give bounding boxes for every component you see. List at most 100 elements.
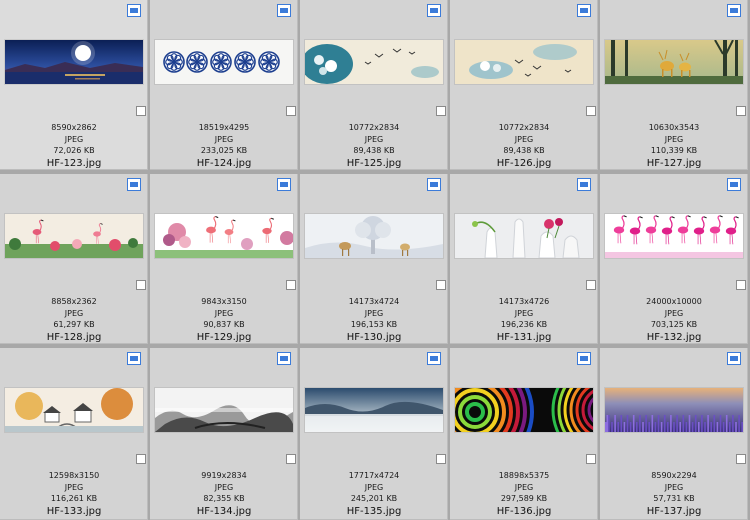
- image-dimensions: 12598x3150: [48, 471, 100, 480]
- image-file-icon: [727, 352, 741, 365]
- image-dimensions: 8858x2362: [51, 297, 97, 306]
- select-checkbox[interactable]: [136, 280, 146, 290]
- image-thumbnail[interactable]: [455, 40, 593, 84]
- image-thumbnail[interactable]: [5, 214, 143, 258]
- file-tile[interactable]: 12598x3150 JPEG 116,261 KB HF-133.jpg: [0, 348, 148, 520]
- select-checkbox[interactable]: [586, 280, 596, 290]
- image-file-icon: [577, 4, 591, 17]
- select-checkbox[interactable]: [586, 454, 596, 464]
- file-name[interactable]: HF-124.jpg: [150, 158, 298, 169]
- file-name[interactable]: HF-136.jpg: [450, 506, 598, 517]
- select-checkbox[interactable]: [586, 106, 596, 116]
- file-tile[interactable]: 14173x4726 JPEG 196,236 KB HF-131.jpg: [450, 174, 598, 344]
- image-dimensions: 8590x2294: [651, 471, 697, 480]
- file-name[interactable]: HF-125.jpg: [300, 158, 448, 169]
- image-thumbnail[interactable]: [605, 388, 743, 432]
- image-thumbnail[interactable]: [455, 388, 593, 432]
- image-file-icon: [127, 352, 141, 365]
- file-tile[interactable]: 8858x2362 JPEG 61,297 KB HF-128.jpg: [0, 174, 148, 344]
- file-type: JPEG: [364, 482, 384, 492]
- file-tile[interactable]: 9843x3150 JPEG 90,837 KB HF-129.jpg: [150, 174, 298, 344]
- select-checkbox[interactable]: [736, 280, 746, 290]
- file-meta: 10772x2834 JPEG 89,438 KB: [300, 122, 448, 157]
- file-size: 82,355 KB: [203, 494, 245, 503]
- image-thumbnail[interactable]: [5, 40, 143, 84]
- image-thumbnail[interactable]: [5, 388, 143, 432]
- select-checkbox[interactable]: [736, 106, 746, 116]
- file-tile[interactable]: 18898x5375 JPEG 297,589 KB HF-136.jpg: [450, 348, 598, 520]
- select-checkbox[interactable]: [436, 106, 446, 116]
- image-thumbnail[interactable]: [155, 214, 293, 258]
- file-tile[interactable]: 8590x2862 JPEG 72,026 KB HF-123.jpg: [0, 0, 148, 170]
- select-checkbox[interactable]: [286, 106, 296, 116]
- file-size: 89,438 KB: [503, 146, 545, 155]
- file-name[interactable]: HF-128.jpg: [0, 332, 148, 343]
- file-meta: 14173x4724 JPEG 196,153 KB: [300, 296, 448, 331]
- image-dimensions: 10772x2834: [498, 123, 550, 132]
- select-checkbox[interactable]: [136, 106, 146, 116]
- file-type: JPEG: [64, 134, 84, 144]
- file-tile[interactable]: 18519x4295 JPEG 233,025 KB HF-124.jpg: [150, 0, 298, 170]
- file-type: JPEG: [364, 134, 384, 144]
- image-file-icon: [577, 178, 591, 191]
- file-meta: 9843x3150 JPEG 90,837 KB: [150, 296, 298, 331]
- select-checkbox[interactable]: [136, 454, 146, 464]
- file-type: JPEG: [364, 308, 384, 318]
- image-file-icon: [427, 4, 441, 17]
- file-tile[interactable]: 10772x2834 JPEG 89,438 KB HF-125.jpg: [300, 0, 448, 170]
- image-thumbnail[interactable]: [605, 214, 743, 258]
- file-tile[interactable]: 17717x4724 JPEG 245,201 KB HF-135.jpg: [300, 348, 448, 520]
- file-name[interactable]: HF-123.jpg: [0, 158, 148, 169]
- file-name[interactable]: HF-133.jpg: [0, 506, 148, 517]
- image-dimensions: 10772x2834: [348, 123, 400, 132]
- file-tile[interactable]: 10630x3543 JPEG 110,339 KB HF-127.jpg: [600, 0, 748, 170]
- image-dimensions: 24000x10000: [646, 297, 702, 306]
- select-checkbox[interactable]: [286, 280, 296, 290]
- file-size: 72,026 KB: [53, 146, 95, 155]
- select-checkbox[interactable]: [736, 454, 746, 464]
- file-tile[interactable]: 24000x10000 JPEG 703,125 KB HF-132.jpg: [600, 174, 748, 344]
- file-name[interactable]: HF-134.jpg: [150, 506, 298, 517]
- file-name[interactable]: HF-129.jpg: [150, 332, 298, 343]
- image-thumbnail[interactable]: [605, 40, 743, 84]
- file-name[interactable]: HF-126.jpg: [450, 158, 598, 169]
- image-dimensions: 9843x3150: [201, 297, 247, 306]
- file-name[interactable]: HF-130.jpg: [300, 332, 448, 343]
- file-tile[interactable]: 10772x2834 JPEG 89,438 KB HF-126.jpg: [450, 0, 598, 170]
- file-tile[interactable]: 8590x2294 JPEG 57,731 KB HF-137.jpg: [600, 348, 748, 520]
- select-checkbox[interactable]: [436, 280, 446, 290]
- thumbnail-grid: 8590x2862 JPEG 72,026 KB HF-123.jpg 1851…: [0, 0, 750, 520]
- image-thumbnail[interactable]: [155, 40, 293, 84]
- file-name[interactable]: HF-135.jpg: [300, 506, 448, 517]
- image-file-icon: [127, 4, 141, 17]
- file-name[interactable]: HF-127.jpg: [600, 158, 748, 169]
- select-checkbox[interactable]: [286, 454, 296, 464]
- file-tile[interactable]: 9919x2834 JPEG 82,355 KB HF-134.jpg: [150, 348, 298, 520]
- file-type: JPEG: [64, 482, 84, 492]
- file-type: JPEG: [664, 308, 684, 318]
- file-size: 196,236 KB: [500, 320, 548, 329]
- image-thumbnail[interactable]: [305, 388, 443, 432]
- image-thumbnail[interactable]: [305, 40, 443, 84]
- file-type: JPEG: [664, 134, 684, 144]
- file-meta: 18519x4295 JPEG 233,025 KB: [150, 122, 298, 157]
- file-meta: 24000x10000 JPEG 703,125 KB: [600, 296, 748, 331]
- file-name[interactable]: HF-131.jpg: [450, 332, 598, 343]
- image-file-icon: [277, 4, 291, 17]
- image-thumbnail[interactable]: [305, 214, 443, 258]
- image-thumbnail[interactable]: [455, 214, 593, 258]
- file-meta: 8590x2862 JPEG 72,026 KB: [0, 122, 148, 157]
- file-meta: 8590x2294 JPEG 57,731 KB: [600, 470, 748, 505]
- select-checkbox[interactable]: [436, 454, 446, 464]
- image-file-icon: [127, 178, 141, 191]
- image-thumbnail[interactable]: [155, 388, 293, 432]
- image-dimensions: 18519x4295: [198, 123, 250, 132]
- file-size: 90,837 KB: [203, 320, 245, 329]
- file-size: 297,589 KB: [500, 494, 548, 503]
- image-dimensions: 8590x2862: [51, 123, 97, 132]
- file-name[interactable]: HF-137.jpg: [600, 506, 748, 517]
- file-name[interactable]: HF-132.jpg: [600, 332, 748, 343]
- file-tile[interactable]: 14173x4724 JPEG 196,153 KB HF-130.jpg: [300, 174, 448, 344]
- file-meta: 17717x4724 JPEG 245,201 KB: [300, 470, 448, 505]
- image-file-icon: [727, 178, 741, 191]
